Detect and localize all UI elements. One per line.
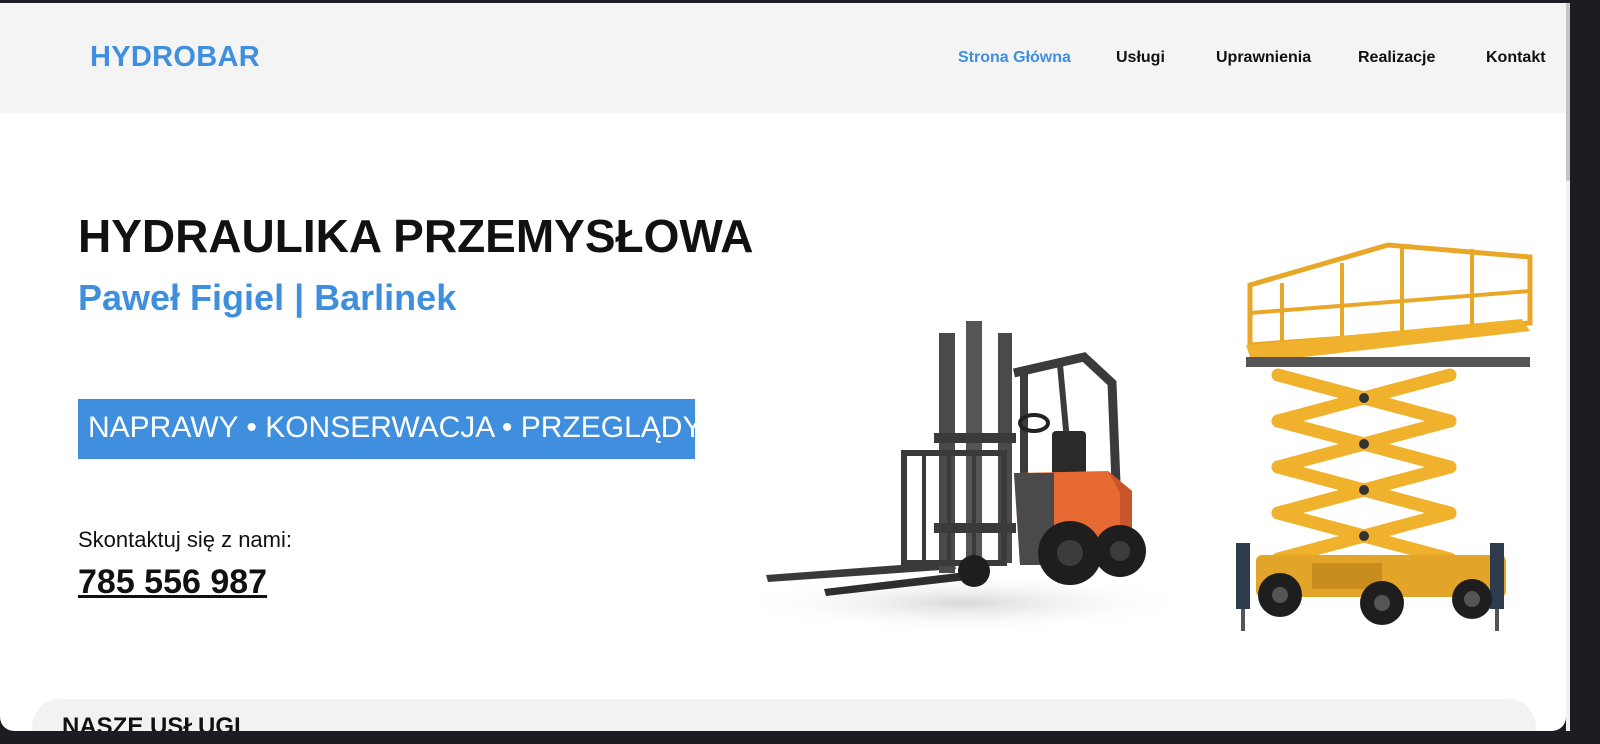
browser-viewport: HYDROBAR Strona Główna Usługi Uprawnieni… bbox=[0, 3, 1566, 731]
hero-title: HYDRAULIKA PRZEMYSŁOWA bbox=[78, 210, 754, 262]
phone-link[interactable]: 785 556 987 bbox=[78, 563, 267, 602]
site-logo[interactable]: HYDROBAR bbox=[90, 41, 260, 74]
services-heading: NASZE USŁUGI bbox=[62, 713, 241, 731]
hero-subtitle: Paweł Figiel | Barlinek bbox=[78, 277, 457, 318]
site-header: HYDROBAR Strona Główna Usługi Uprawnieni… bbox=[0, 3, 1566, 113]
nav-permissions[interactable]: Uprawnienia bbox=[1216, 49, 1311, 67]
scrollbar-thumb[interactable] bbox=[1566, 3, 1570, 181]
nav-services[interactable]: Usługi bbox=[1116, 49, 1165, 67]
vertical-scrollbar[interactable] bbox=[1566, 3, 1600, 731]
forklift-image bbox=[734, 321, 1194, 633]
contact-prompt: Skontaktuj się z nami: bbox=[78, 527, 292, 552]
services-banner: NAPRAWY • KONSERWACJA • PRZEGLĄDY bbox=[78, 399, 702, 459]
services-section: NASZE USŁUGI bbox=[32, 699, 1536, 731]
nav-home[interactable]: Strona Główna bbox=[958, 49, 1071, 67]
nav-contact[interactable]: Kontakt bbox=[1486, 49, 1546, 67]
services-banner-text: NAPRAWY • KONSERWACJA • PRZEGLĄDY bbox=[88, 411, 703, 444]
scissor-lift-image bbox=[1236, 242, 1533, 631]
nav-projects[interactable]: Realizacje bbox=[1358, 49, 1435, 67]
